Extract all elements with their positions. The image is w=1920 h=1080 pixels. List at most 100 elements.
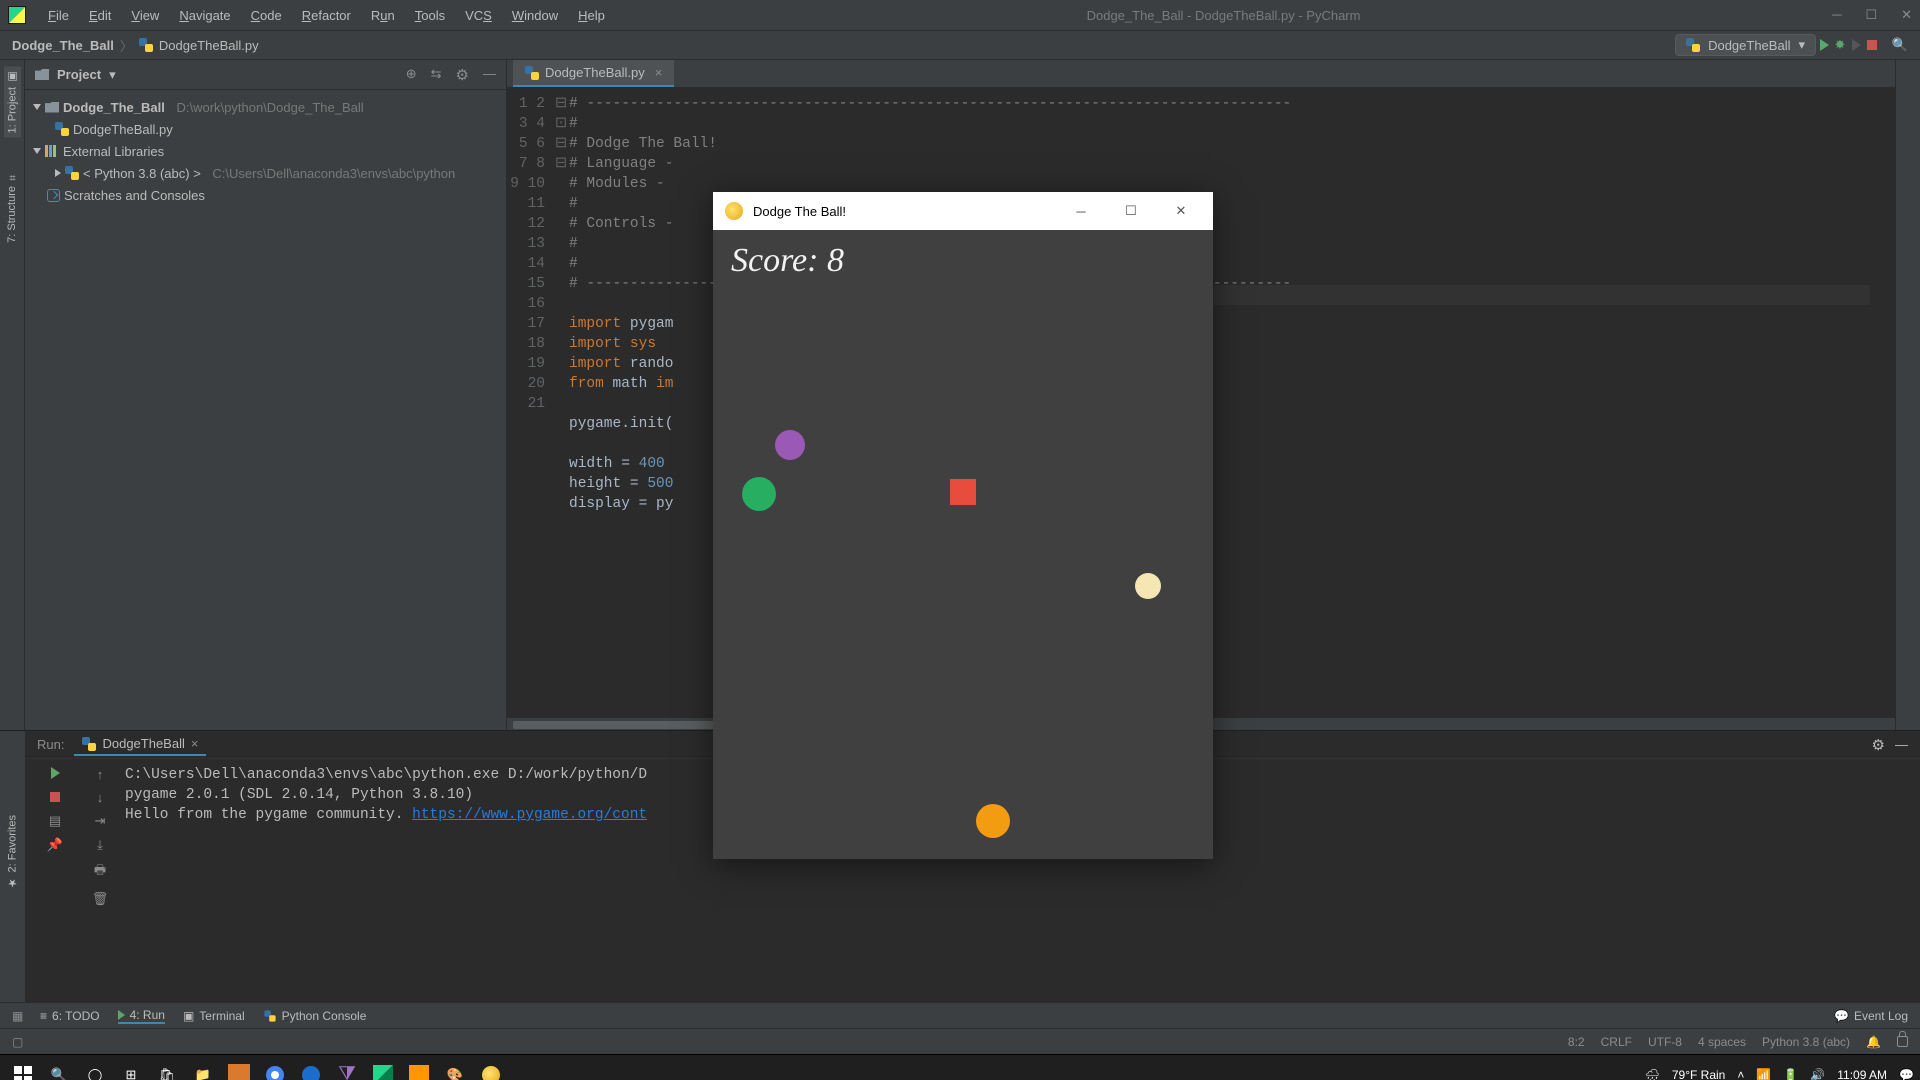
game-maximize-icon[interactable]: ☐ bbox=[1111, 203, 1151, 219]
print-icon[interactable]: 🖶 bbox=[94, 861, 106, 883]
chevron-down-icon[interactable]: ▾ bbox=[109, 67, 116, 83]
title-bar: File Edit View Navigate Code Refactor Ru… bbox=[0, 0, 1920, 30]
tree-expand-icon[interactable] bbox=[33, 104, 41, 110]
editor-tab[interactable]: DodgeTheBall.py × bbox=[513, 60, 674, 87]
menu-vcs[interactable]: VCS bbox=[455, 4, 502, 27]
wifi-icon[interactable]: 📶 bbox=[1756, 1068, 1771, 1080]
menu-window[interactable]: Window bbox=[502, 4, 568, 27]
notifications-icon[interactable]: 🔔 bbox=[1866, 1035, 1881, 1049]
vs-icon[interactable]: ⧩ bbox=[330, 1058, 364, 1080]
stop-button[interactable] bbox=[50, 790, 60, 805]
debug-button[interactable]: ✸ bbox=[1832, 37, 1848, 53]
store-icon[interactable]: 🛍 bbox=[150, 1058, 184, 1080]
clock[interactable]: 11:09 AM bbox=[1837, 1068, 1887, 1080]
hide-icon[interactable]: — bbox=[1895, 737, 1908, 752]
tab-todo[interactable]: ≡ 6: TODO bbox=[40, 1009, 100, 1023]
status-interpreter[interactable]: Python 3.8 (abc) bbox=[1762, 1035, 1850, 1049]
task-view-icon[interactable]: ⊞ bbox=[114, 1058, 148, 1080]
game-canvas[interactable]: Score: 8 bbox=[713, 230, 1213, 859]
tree-scratches[interactable]: Scratches and Consoles bbox=[25, 184, 506, 206]
tree-python-env[interactable]: < Python 3.8 (abc) > C:\Users\Dell\anaco… bbox=[25, 162, 506, 184]
tree-root[interactable]: Dodge_The_Ball D:\work\python\Dodge_The_… bbox=[25, 96, 506, 118]
menu-navigate[interactable]: Navigate bbox=[169, 4, 240, 27]
breadcrumb-file[interactable]: DodgeTheBall.py bbox=[159, 38, 259, 53]
trash-icon[interactable]: 🗑 bbox=[92, 891, 109, 907]
game-close-icon[interactable]: ✕ bbox=[1161, 203, 1201, 219]
tab-python-console[interactable]: Python Console bbox=[263, 1009, 367, 1023]
battery-icon[interactable]: 🔋 bbox=[1783, 1068, 1798, 1080]
project-title[interactable]: Project bbox=[57, 67, 101, 82]
tab-project[interactable]: 1: Project ▣ bbox=[4, 66, 21, 137]
paint-icon[interactable]: 🎨 bbox=[438, 1058, 472, 1080]
up-icon[interactable]: ↑ bbox=[97, 767, 104, 782]
tree-external-libs[interactable]: External Libraries bbox=[25, 140, 506, 162]
pycharm-logo-icon bbox=[8, 6, 26, 24]
cortana-icon[interactable]: ◯ bbox=[78, 1058, 112, 1080]
chrome-icon[interactable] bbox=[258, 1058, 292, 1080]
menu-run[interactable]: Run bbox=[361, 4, 405, 27]
pyide-icon[interactable] bbox=[366, 1058, 400, 1080]
search-everywhere-icon[interactable]: 🔍 bbox=[1892, 37, 1908, 53]
pin-icon[interactable]: 📌 bbox=[47, 837, 63, 853]
tree-file[interactable]: DodgeTheBall.py bbox=[25, 118, 506, 140]
presentation-icon[interactable]: ▢ bbox=[12, 1035, 23, 1049]
menu-edit[interactable]: Edit bbox=[79, 4, 121, 27]
status-line-sep[interactable]: CRLF bbox=[1601, 1035, 1632, 1049]
status-encoding[interactable]: UTF-8 bbox=[1648, 1035, 1682, 1049]
weather-text[interactable]: 79°F Rain bbox=[1672, 1068, 1726, 1080]
pygame-window-icon[interactable] bbox=[474, 1058, 508, 1080]
menu-refactor[interactable]: Refactor bbox=[292, 4, 361, 27]
tree-root-label: Dodge_The_Ball bbox=[63, 100, 165, 115]
action-center-icon[interactable]: 💬 bbox=[1899, 1068, 1914, 1080]
run-button[interactable] bbox=[1816, 37, 1832, 53]
status-indent[interactable]: 4 spaces bbox=[1698, 1035, 1746, 1049]
weather-icon[interactable]: 🌧 bbox=[1645, 1068, 1660, 1080]
menu-view[interactable]: View bbox=[121, 4, 169, 27]
tray-chevron-up-icon[interactable]: ˄ bbox=[1737, 1068, 1744, 1080]
tree-collapse-icon[interactable] bbox=[55, 169, 61, 177]
game-title-bar[interactable]: Dodge The Ball! ─ ☐ ✕ bbox=[713, 192, 1213, 230]
down-icon[interactable]: ↓ bbox=[97, 790, 104, 805]
app-icon[interactable] bbox=[228, 1064, 250, 1080]
gear-icon[interactable]: ⚙ bbox=[1872, 736, 1885, 754]
expand-icon[interactable]: ⇆ bbox=[431, 66, 442, 84]
browser-icon[interactable] bbox=[294, 1058, 328, 1080]
tab-favorites[interactable]: ★ 2: Favorites bbox=[4, 811, 21, 893]
status-bar: ▢ 8:2 CRLF UTF-8 4 spaces Python 3.8 (ab… bbox=[0, 1028, 1920, 1054]
search-icon[interactable]: 🔍 bbox=[42, 1058, 76, 1080]
target-icon[interactable]: ⊕ bbox=[406, 66, 417, 84]
layout-icon[interactable]: ▤ bbox=[49, 813, 61, 829]
start-button[interactable] bbox=[6, 1058, 40, 1080]
run-tab[interactable]: DodgeTheBall × bbox=[74, 733, 206, 756]
menu-code[interactable]: Code bbox=[241, 4, 292, 27]
menu-file[interactable]: File bbox=[38, 4, 79, 27]
tree-expand-icon[interactable] bbox=[33, 148, 41, 154]
close-tab-icon[interactable]: × bbox=[191, 736, 199, 751]
sublime-icon[interactable] bbox=[409, 1065, 429, 1080]
tab-run[interactable]: 4: Run bbox=[118, 1008, 165, 1024]
run-coverage-button[interactable] bbox=[1848, 37, 1864, 53]
rerun-button[interactable] bbox=[51, 767, 60, 782]
explorer-icon[interactable]: 📁 bbox=[186, 1058, 220, 1080]
event-log[interactable]: 💬 Event Log bbox=[1834, 1009, 1908, 1023]
run-config-dropdown[interactable]: DodgeTheBall ▾ bbox=[1675, 34, 1816, 56]
volume-icon[interactable]: 🔊 bbox=[1810, 1068, 1825, 1080]
breadcrumb-root[interactable]: Dodge_The_Ball bbox=[12, 38, 114, 53]
gear-icon[interactable]: ⚙ bbox=[456, 66, 469, 84]
wrap-icon[interactable]: ⇥ bbox=[95, 813, 106, 829]
tab-terminal[interactable]: ▣ Terminal bbox=[183, 1009, 245, 1023]
lock-icon[interactable] bbox=[1897, 1036, 1908, 1047]
maximize-icon[interactable]: ☐ bbox=[1865, 7, 1877, 23]
status-caret-pos[interactable]: 8:2 bbox=[1568, 1035, 1585, 1049]
minimize-icon[interactable]: ─ bbox=[1832, 7, 1841, 23]
game-minimize-icon[interactable]: ─ bbox=[1061, 204, 1101, 219]
close-tab-icon[interactable]: × bbox=[655, 65, 663, 80]
scroll-icon[interactable]: ⤓ bbox=[97, 837, 103, 853]
menu-help[interactable]: Help bbox=[568, 4, 615, 27]
show-tool-windows-icon[interactable]: ▦ bbox=[12, 1009, 22, 1023]
hide-icon[interactable]: — bbox=[483, 66, 496, 84]
tab-structure[interactable]: 7: Structure ⌗ bbox=[4, 167, 20, 247]
stop-button[interactable] bbox=[1864, 37, 1880, 53]
menu-tools[interactable]: Tools bbox=[405, 4, 455, 27]
close-icon[interactable]: ✕ bbox=[1901, 7, 1912, 23]
